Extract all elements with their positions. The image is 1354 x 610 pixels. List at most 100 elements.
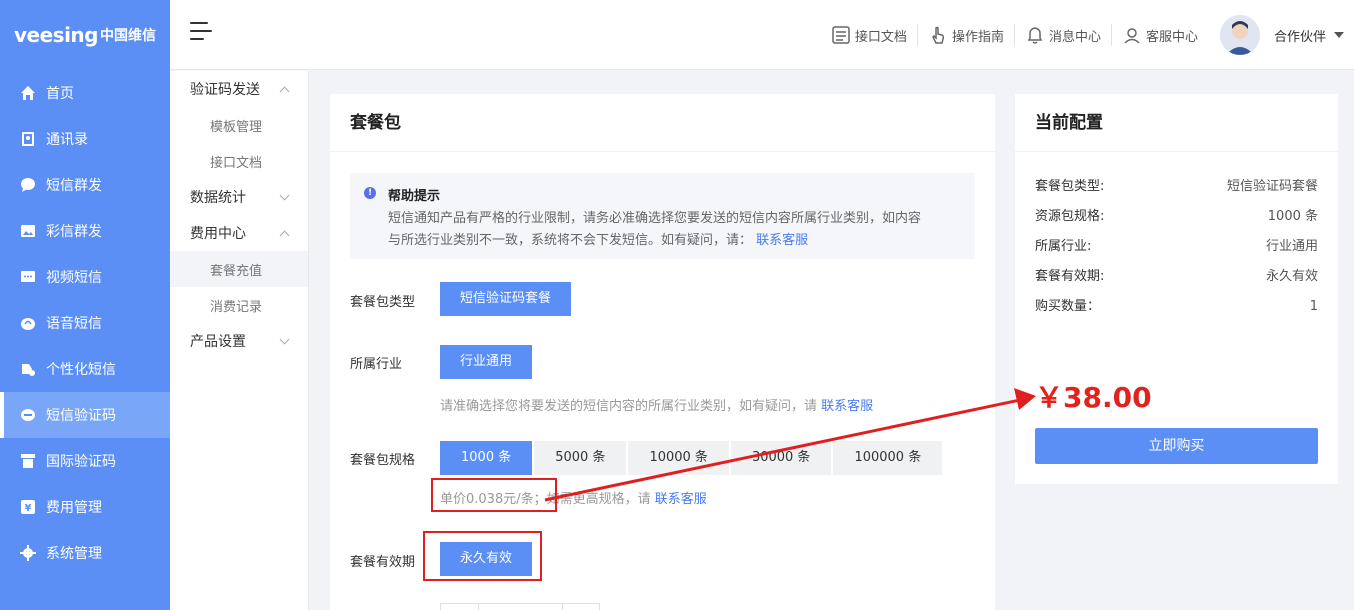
industry-label: 所属行业 xyxy=(350,357,403,372)
nav-item-label: 视频短信 xyxy=(46,270,102,286)
voice-icon xyxy=(20,315,36,331)
bell-icon xyxy=(1027,27,1043,44)
nav-item-sms[interactable]: 短信群发 xyxy=(0,162,170,208)
header-link-label: 接口文档 xyxy=(854,29,907,45)
info-icon: ! xyxy=(364,187,376,199)
contact-service-link[interactable]: 联系客服 xyxy=(756,233,808,248)
spec-option-30000[interactable]: 30000 条 xyxy=(730,441,832,475)
buy-now-button[interactable]: 立即购买 xyxy=(1035,428,1318,464)
home-icon xyxy=(20,85,36,101)
submenu-group-label: 费用中心 xyxy=(190,226,246,242)
config-row: 购买数量： 1 xyxy=(1015,292,1338,322)
header-link-api-doc[interactable]: 接口文档 xyxy=(821,24,918,46)
chevron-down-icon xyxy=(279,190,290,200)
service-icon xyxy=(1124,28,1140,44)
header-link-service[interactable]: 客服中心 xyxy=(1112,24,1208,46)
svg-text:¥: ¥ xyxy=(25,503,32,514)
nav-item-label: 通讯录 xyxy=(46,132,88,148)
menu-toggle-icon[interactable] xyxy=(190,22,212,44)
logo-text-en: veesing xyxy=(14,23,98,47)
contact-service-link[interactable]: 联系客服 xyxy=(655,492,707,507)
image-icon xyxy=(20,223,36,239)
config-key: 资源包规格: xyxy=(1035,209,1105,224)
sub-menu: 验证码发送 模板管理 接口文档 数据统计 费用中心 套餐充值 消费记录 产品设置 xyxy=(170,71,309,610)
config-value: 短信验证码套餐 xyxy=(1226,179,1318,194)
header-link-label: 客服中心 xyxy=(1145,29,1198,45)
quantity-stepper[interactable] xyxy=(440,603,600,610)
avatar[interactable] xyxy=(1219,15,1260,55)
annotation-box-unit-price xyxy=(431,478,557,512)
config-row: 套餐有效期: 永久有效 xyxy=(1015,262,1338,292)
nav-item-label: 语音短信 xyxy=(46,316,102,332)
logo-text-cn: 中国维信 xyxy=(99,28,156,44)
config-key: 购买数量： xyxy=(1035,299,1101,314)
submenu-item-template[interactable]: 模板管理 xyxy=(170,107,308,143)
config-row: 资源包规格: 1000 条 xyxy=(1015,202,1338,232)
industry-note-text: 请准确选择您将要发送的短信内容的所属行业类别，如有疑问，请 xyxy=(440,399,818,414)
config-title: 当前配置 xyxy=(1015,94,1338,152)
type-option[interactable]: 短信验证码套餐 xyxy=(440,282,572,316)
nav-item-yen[interactable]: ¥ 费用管理 xyxy=(0,484,170,530)
spec-option-100000[interactable]: 100000 条 xyxy=(833,441,943,475)
nav-item-gear[interactable]: 系统管理 xyxy=(0,530,170,576)
submenu-group-product-settings[interactable]: 产品设置 xyxy=(170,323,308,359)
config-key: 所属行业: xyxy=(1035,239,1092,254)
industry-note: 请准确选择您将要发送的短信内容的所属行业类别，如有疑问，请 联系客服 xyxy=(440,395,873,414)
nav-item-contacts[interactable]: 通讯录 xyxy=(0,116,170,162)
nav-item-personal[interactable]: 个性化短信 xyxy=(0,346,170,392)
card-title: 套餐包 xyxy=(330,94,995,152)
top-header: 接口文档 操作指南 消息中心 客服中心 合作伙伴 xyxy=(170,0,1354,70)
submenu-group-billing[interactable]: 费用中心 xyxy=(170,215,308,251)
chevron-down-icon[interactable] xyxy=(1334,32,1344,38)
logo[interactable]: veesing 中国维信 xyxy=(0,0,170,70)
header-link-guide[interactable]: 操作指南 xyxy=(918,24,1015,46)
header-link-messages[interactable]: 消息中心 xyxy=(1015,24,1112,46)
annotation-box-validity xyxy=(423,531,542,581)
config-card: 当前配置 套餐包类型: 短信验证码套餐 资源包规格: 1000 条 所属行业: 行业通… xyxy=(1015,94,1338,484)
nav-item-video-sms[interactable]: 视频短信 xyxy=(0,254,170,300)
submenu-group-label: 产品设置 xyxy=(190,334,246,350)
api-doc-icon xyxy=(832,26,850,44)
submenu-item-api-doc[interactable]: 接口文档 xyxy=(170,143,308,179)
config-value: 永久有效 xyxy=(1265,269,1318,284)
help-text: 短信通知产品有严格的行业限制，请务必准确选择您要发送的短信内容所属行业类别，如内… xyxy=(388,208,959,252)
config-key: 套餐有效期: xyxy=(1035,269,1105,284)
nav-item-image[interactable]: 彩信群发 xyxy=(0,208,170,254)
verify-code-icon xyxy=(20,407,36,423)
nav-item-label: 系统管理 xyxy=(46,546,102,562)
config-key: 套餐包类型: xyxy=(1035,179,1105,194)
industry-option[interactable]: 行业通用 xyxy=(440,345,533,379)
submenu-group-verify-send[interactable]: 验证码发送 xyxy=(170,71,308,107)
nav-item-home[interactable]: 首页 xyxy=(0,70,170,116)
config-value: 行业通用 xyxy=(1265,239,1318,254)
help-text-line: 短信通知产品有严格的行业限制，请务必准确选择您要发送的短信内容所属行业类别，如内… xyxy=(388,211,922,226)
chevron-down-icon xyxy=(279,334,290,344)
contacts-icon xyxy=(20,131,36,147)
submenu-item-recharge[interactable]: 套餐充值 xyxy=(170,251,308,287)
validity-label: 套餐有效期 xyxy=(350,555,416,570)
gear-icon xyxy=(20,545,36,561)
nav-item-international[interactable]: 国际验证码 xyxy=(0,438,170,484)
personal-icon xyxy=(20,361,36,377)
submenu-item-consumption[interactable]: 消费记录 xyxy=(170,287,308,323)
package-card: 套餐包 ! 帮助提示 短信通知产品有严格的行业限制，请务必准确选择您要发送的短信… xyxy=(330,94,995,610)
hand-pointer-icon xyxy=(932,26,945,44)
header-link-label: 操作指南 xyxy=(951,29,1004,45)
nav-item-label: 国际验证码 xyxy=(46,454,116,470)
nav-item-label: 短信群发 xyxy=(46,178,102,194)
submenu-group-label: 验证码发送 xyxy=(190,82,260,98)
nav-item-verify-code[interactable]: 短信验证码 xyxy=(0,392,170,438)
nav-item-label: 费用管理 xyxy=(46,500,102,516)
spec-option-1000[interactable]: 1000 条 xyxy=(440,441,533,475)
config-value: 1000 条 xyxy=(1267,209,1318,224)
yen-icon: ¥ xyxy=(20,499,36,515)
nav-item-voice[interactable]: 语音短信 xyxy=(0,300,170,346)
total-price: ￥38.00 xyxy=(1035,381,1152,414)
left-nav: veesing 中国维信 首页通讯录短信群发彩信群发视频短信语音短信个性化短信短… xyxy=(0,0,170,610)
username[interactable]: 合作伙伴 xyxy=(1274,26,1326,45)
spec-option-5000[interactable]: 5000 条 xyxy=(534,441,627,475)
contact-service-link[interactable]: 联系客服 xyxy=(821,399,873,414)
submenu-group-stats[interactable]: 数据统计 xyxy=(170,179,308,215)
spec-options: 1000 条 5000 条 10000 条 30000 条 100000 条 xyxy=(440,441,944,475)
spec-option-10000[interactable]: 10000 条 xyxy=(628,441,729,475)
